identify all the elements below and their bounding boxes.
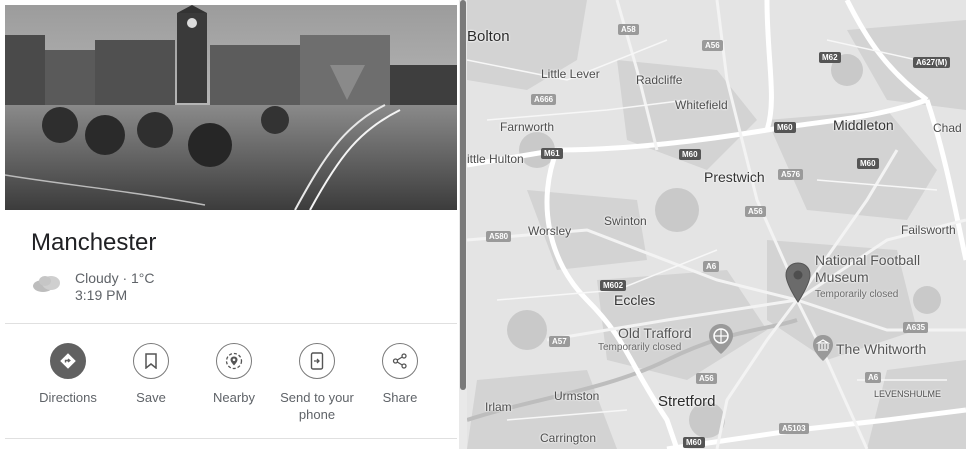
map-label-little-hulton[interactable]: ittle Hulton	[467, 152, 524, 166]
save-label: Save	[136, 390, 166, 405]
road-shield: A627(M)	[913, 57, 951, 68]
map-label-chadderton[interactable]: Chad	[933, 121, 962, 135]
divider	[5, 438, 457, 439]
map-label-radcliffe[interactable]: Radcliffe	[636, 73, 682, 87]
map-label-failsworth[interactable]: Failsworth	[901, 223, 956, 237]
share-label: Share	[382, 390, 418, 405]
cloudy-icon	[33, 276, 60, 292]
place-title: Manchester	[31, 229, 157, 256]
nearby-button[interactable]: Nearby	[192, 343, 276, 406]
road-shield: M62	[819, 52, 841, 63]
road-shield: A635	[903, 322, 929, 333]
map-label-bolton[interactable]: Bolton	[467, 28, 510, 45]
map-label-levenshulme[interactable]: LEVENSHULME	[874, 389, 941, 399]
divider	[5, 323, 457, 324]
poi-label-old-trafford: Old Trafford	[618, 325, 692, 341]
road-shield: M61	[541, 148, 563, 159]
bookmark-icon	[133, 343, 169, 379]
road-shield: M602	[600, 280, 627, 291]
road-shield: A5103	[779, 423, 809, 434]
map-label-prestwich[interactable]: Prestwich	[704, 169, 765, 185]
road-shield: M60	[774, 122, 796, 133]
weather-time: 3:19 PM	[75, 287, 128, 303]
directions-label: Directions	[39, 390, 97, 405]
map-label-little-lever[interactable]: Little Lever	[541, 67, 600, 81]
road-shield: A57	[549, 336, 570, 347]
scrollbar-thumb[interactable]	[460, 0, 466, 390]
map-label-stretford[interactable]: Stretford	[658, 393, 716, 410]
poi-label-the-whitworth: The Whitworth	[836, 341, 927, 357]
place-photo[interactable]	[5, 5, 457, 210]
road-shield: M60	[683, 437, 705, 448]
panel-scrollbar[interactable]	[459, 0, 467, 449]
nearby-icon	[216, 343, 252, 379]
map-canvas[interactable]: Bolton Little Lever Radcliffe Whitefield…	[467, 0, 966, 449]
directions-button[interactable]: Directions	[26, 343, 110, 406]
map-label-middleton[interactable]: Middleton	[833, 117, 894, 133]
nearby-label: Nearby	[213, 390, 255, 405]
weather-info: Cloudy · 1°C 3:19 PM	[75, 270, 155, 304]
map-label-irlam[interactable]: Irlam	[485, 400, 512, 414]
map-label-urmston[interactable]: Urmston	[554, 389, 599, 403]
road-shield: A666	[531, 94, 557, 105]
poi-label-national-football-museum: National Football Museum	[815, 252, 921, 285]
road-shield: A576	[778, 169, 804, 180]
road-shield: A58	[618, 24, 639, 35]
place-photo-image	[5, 5, 457, 210]
send-to-phone-button[interactable]: Send to your phone	[275, 343, 359, 423]
road-shield: A56	[702, 40, 723, 51]
directions-icon	[50, 343, 86, 379]
map-label-eccles[interactable]: Eccles	[614, 292, 655, 308]
poi-status-old-trafford: Temporarily closed	[598, 342, 682, 353]
road-shield: A6	[703, 261, 720, 272]
weather-condition: Cloudy · 1°C	[75, 270, 155, 286]
map-label-carrington[interactable]: Carrington	[540, 431, 596, 445]
road-shield: A56	[745, 206, 766, 217]
road-shield: A56	[696, 373, 717, 384]
share-button[interactable]: Share	[358, 343, 442, 406]
museum-pin-icon	[813, 335, 833, 361]
poi-status-museum: Temporarily closed	[815, 289, 899, 300]
place-panel: Manchester Cloudy · 1°C 3:19 PM Directio…	[0, 0, 459, 449]
map-label-whitefield[interactable]: Whitefield	[675, 98, 728, 112]
map-pin-icon[interactable]	[785, 262, 811, 304]
road-shield: A580	[486, 231, 512, 242]
stadium-pin-icon	[709, 324, 733, 354]
map-label-farnworth[interactable]: Farnworth	[500, 120, 554, 134]
send-to-phone-icon	[299, 343, 335, 379]
share-icon	[382, 343, 418, 379]
map-label-swinton[interactable]: Swinton	[604, 214, 647, 228]
road-shield: A6	[865, 372, 882, 383]
map-label-worsley[interactable]: Worsley	[528, 224, 571, 238]
send-to-phone-label: Send to your phone	[280, 390, 354, 422]
save-button[interactable]: Save	[109, 343, 193, 406]
road-shield: M60	[857, 158, 879, 169]
road-shield: M60	[679, 149, 701, 160]
